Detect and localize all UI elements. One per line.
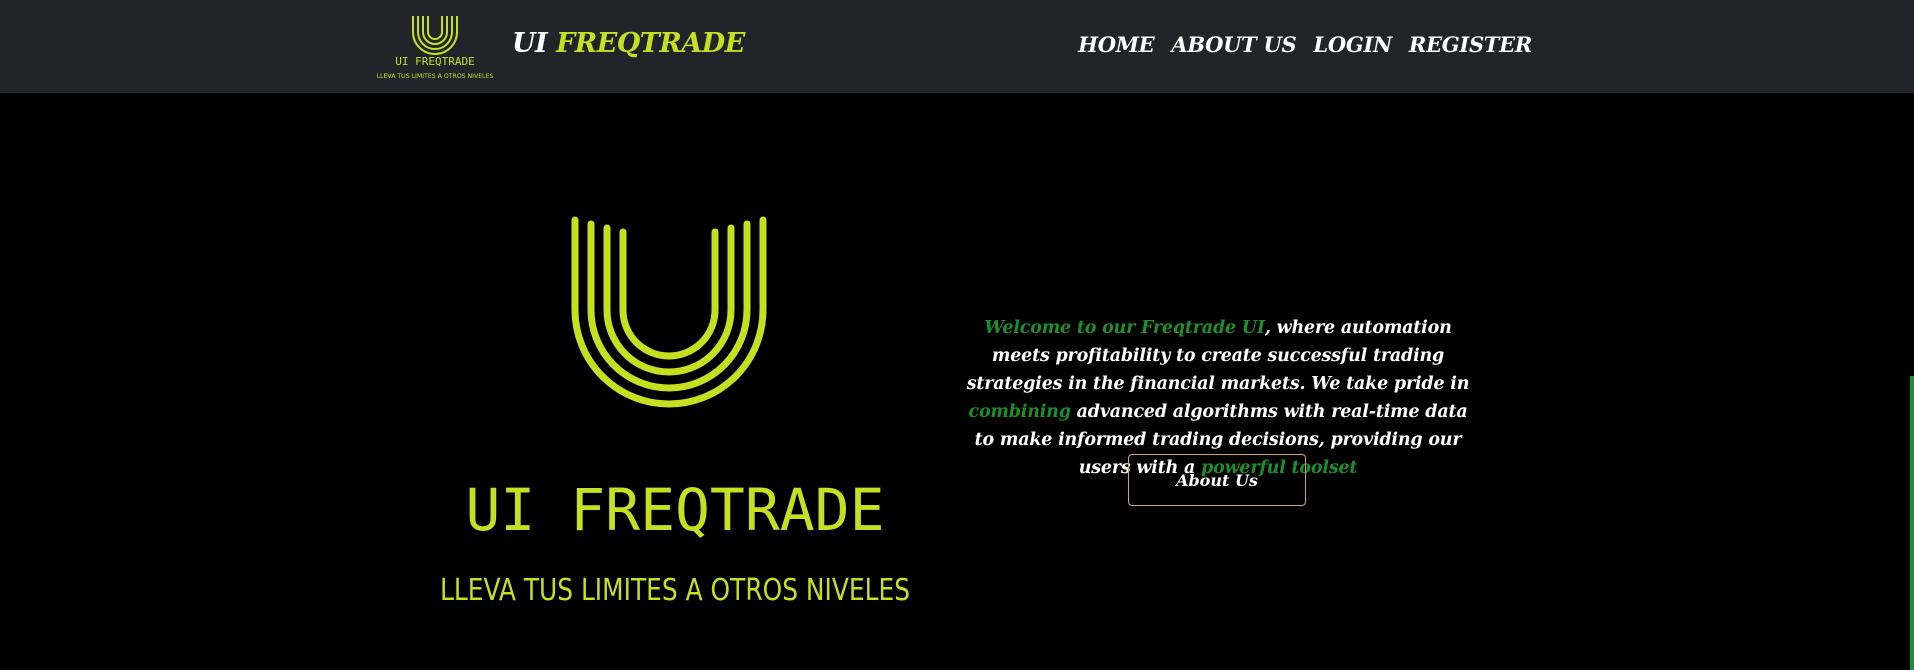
- nav-links: HOME ABOUT US LOGIN REGISTER: [1078, 32, 1532, 57]
- brand-logo-title: UI FREQTRADE: [395, 55, 474, 68]
- brand-accent: FREQTRADE: [556, 28, 745, 59]
- navbar: UI FREQTRADE LLEVA TUS LIMITES A OTROS N…: [0, 0, 1914, 93]
- nav-link-login[interactable]: LOGIN: [1313, 32, 1392, 57]
- nav-link-about-us[interactable]: ABOUT US: [1171, 32, 1296, 57]
- hero-text-intro: Welcome to our Freqtrade UI: [984, 317, 1265, 338]
- brand-prefix: UI: [512, 28, 548, 59]
- hero-logo-tagline: LLEVA TUS LIMITES A OTROS NIVELES: [440, 573, 910, 608]
- hero-logo: UI FREQTRADE LLEVA TUS LIMITES A OTROS N…: [440, 216, 910, 608]
- brand-logo-tagline: LLEVA TUS LIMITES A OTROS NIVELES: [377, 73, 494, 80]
- brand-name[interactable]: UI FREQTRADE: [512, 28, 745, 59]
- hero-logo-title: UI FREQTRADE: [465, 476, 884, 544]
- nav-link-register[interactable]: REGISTER: [1409, 32, 1532, 57]
- hero-text-highlight-combining: combining: [968, 401, 1071, 422]
- about-us-button[interactable]: About Us: [1128, 454, 1306, 506]
- brand-logo[interactable]: UI FREQTRADE LLEVA TUS LIMITES A OTROS N…: [373, 10, 497, 82]
- nav-link-home[interactable]: HOME: [1078, 32, 1154, 57]
- scrollbar-edge[interactable]: [1910, 376, 1914, 670]
